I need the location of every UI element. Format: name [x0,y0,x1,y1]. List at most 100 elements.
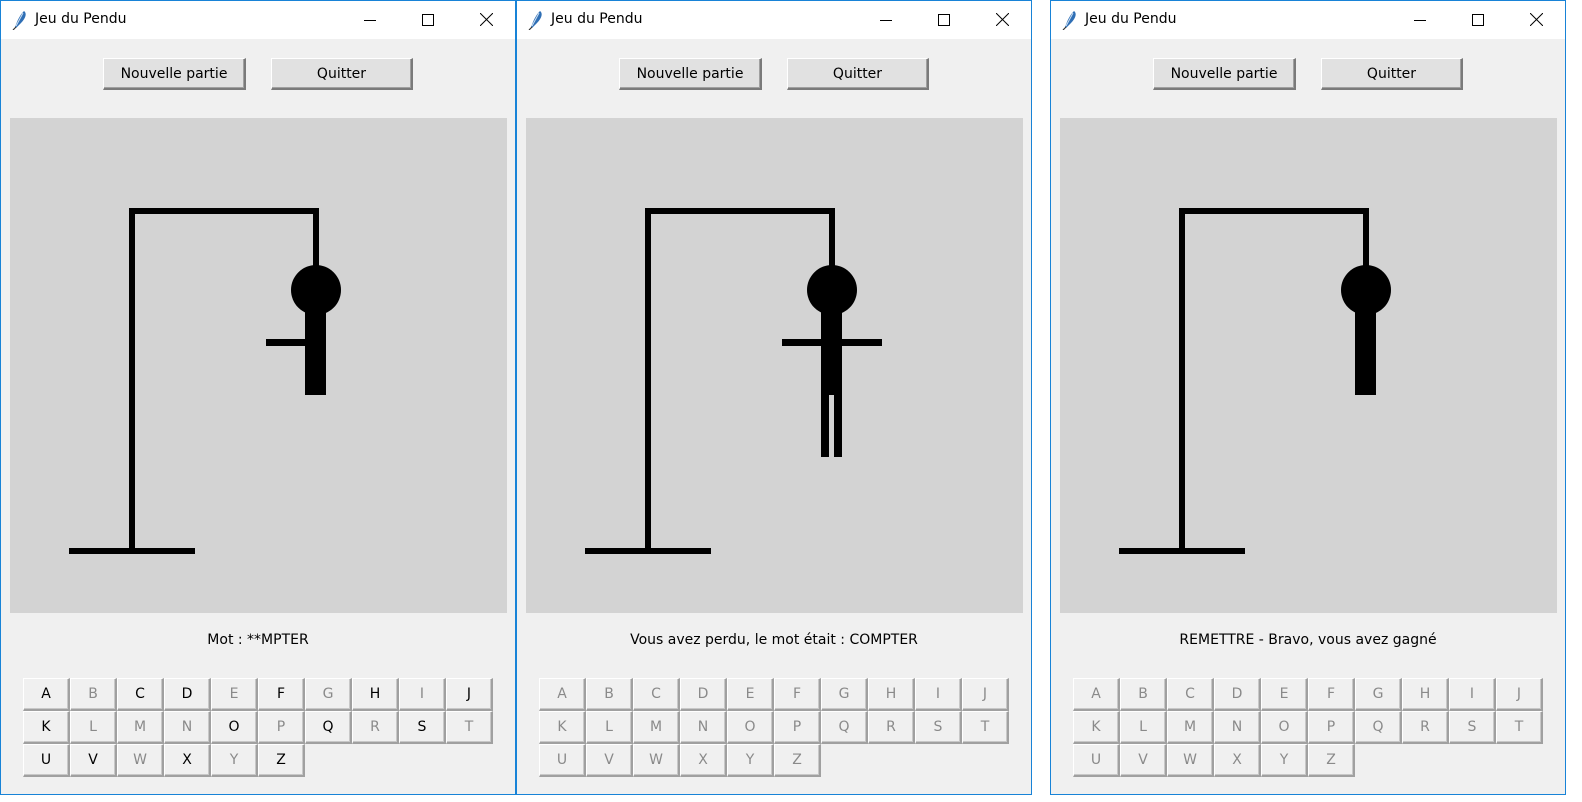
title-bar[interactable]: Jeu du Pendu [517,1,1031,39]
letter-button-c[interactable]: C [117,678,164,711]
letter-button-g[interactable]: G [1355,678,1402,711]
letter-button-v[interactable]: V [70,744,117,777]
letter-button-i[interactable]: I [915,678,962,711]
new-game-button[interactable]: Nouvelle partie [619,58,762,90]
hangman-drawing [69,208,341,554]
letter-button-l[interactable]: L [70,711,117,744]
letter-button-p[interactable]: P [1308,711,1355,744]
quit-button[interactable]: Quitter [1321,58,1463,90]
letter-button-f[interactable]: F [774,678,821,711]
letter-button-h[interactable]: H [1402,678,1449,711]
letter-button-y[interactable]: Y [727,744,774,777]
letter-button-j[interactable]: J [962,678,1009,711]
letter-button-u[interactable]: U [1073,744,1120,777]
letter-button-f[interactable]: F [258,678,305,711]
maximize-button[interactable] [915,1,973,39]
letter-button-j[interactable]: J [1496,678,1543,711]
letter-button-l[interactable]: L [1120,711,1167,744]
letter-button-k[interactable]: K [1073,711,1120,744]
letter-button-r[interactable]: R [1402,711,1449,744]
letter-button-o[interactable]: O [1261,711,1308,744]
letter-button-d[interactable]: D [680,678,727,711]
letter-button-p[interactable]: P [774,711,821,744]
quit-button[interactable]: Quitter [271,58,413,90]
letter-button-m[interactable]: M [1167,711,1214,744]
letter-button-q[interactable]: Q [305,711,352,744]
title-bar[interactable]: Jeu du Pendu [1051,1,1565,39]
letter-button-e[interactable]: E [727,678,774,711]
maximize-button[interactable] [399,1,457,39]
head [807,265,857,315]
letter-button-i[interactable]: I [399,678,446,711]
letter-button-k[interactable]: K [23,711,70,744]
letter-button-n[interactable]: N [164,711,211,744]
letter-button-s[interactable]: S [915,711,962,744]
letter-button-n[interactable]: N [680,711,727,744]
letter-button-p[interactable]: P [258,711,305,744]
letter-button-z[interactable]: Z [258,744,305,777]
letter-button-r[interactable]: R [352,711,399,744]
rope [1363,208,1369,268]
letter-button-u[interactable]: U [23,744,70,777]
letter-button-c[interactable]: C [633,678,680,711]
letter-button-k[interactable]: K [539,711,586,744]
letter-button-d[interactable]: D [164,678,211,711]
letter-button-e[interactable]: E [211,678,258,711]
letter-button-a[interactable]: A [23,678,70,711]
letter-button-e[interactable]: E [1261,678,1308,711]
letter-button-w[interactable]: W [117,744,164,777]
letter-button-y[interactable]: Y [1261,744,1308,777]
quit-button[interactable]: Quitter [787,58,929,90]
letter-button-x[interactable]: X [164,744,211,777]
letter-button-q[interactable]: Q [1355,711,1402,744]
letter-button-g[interactable]: G [821,678,868,711]
letter-button-t[interactable]: T [446,711,493,744]
letter-button-s[interactable]: S [1449,711,1496,744]
close-button[interactable] [1507,1,1565,39]
letter-button-o[interactable]: O [211,711,258,744]
letter-button-a[interactable]: A [1073,678,1120,711]
minimize-button[interactable] [341,1,399,39]
letter-button-t[interactable]: T [962,711,1009,744]
letter-button-v[interactable]: V [1120,744,1167,777]
letter-button-l[interactable]: L [586,711,633,744]
letter-button-i[interactable]: I [1449,678,1496,711]
minimize-button[interactable] [857,1,915,39]
letter-button-r[interactable]: R [868,711,915,744]
letter-button-u[interactable]: U [539,744,586,777]
letter-button-w[interactable]: W [1167,744,1214,777]
letter-button-f[interactable]: F [1308,678,1355,711]
letter-button-z[interactable]: Z [774,744,821,777]
letter-button-j[interactable]: J [446,678,493,711]
letter-button-x[interactable]: X [680,744,727,777]
letter-button-b[interactable]: B [1120,678,1167,711]
new-game-button[interactable]: Nouvelle partie [1153,58,1296,90]
title-bar[interactable]: Jeu du Pendu [1,1,515,39]
letter-button-w[interactable]: W [633,744,680,777]
letter-button-c[interactable]: C [1167,678,1214,711]
letter-button-h[interactable]: H [352,678,399,711]
letter-button-y[interactable]: Y [211,744,258,777]
letter-button-g[interactable]: G [305,678,352,711]
letter-button-q[interactable]: Q [821,711,868,744]
letter-button-b[interactable]: B [70,678,117,711]
letter-button-n[interactable]: N [1214,711,1261,744]
letter-button-v[interactable]: V [586,744,633,777]
letter-button-b[interactable]: B [586,678,633,711]
new-game-button[interactable]: Nouvelle partie [103,58,246,90]
letter-button-m[interactable]: M [633,711,680,744]
minimize-button[interactable] [1391,1,1449,39]
letter-button-s[interactable]: S [399,711,446,744]
close-icon [995,11,1009,30]
letter-button-h[interactable]: H [868,678,915,711]
maximize-button[interactable] [1449,1,1507,39]
letter-button-t[interactable]: T [1496,711,1543,744]
letter-button-o[interactable]: O [727,711,774,744]
letter-button-m[interactable]: M [117,711,164,744]
letter-button-a[interactable]: A [539,678,586,711]
letter-button-x[interactable]: X [1214,744,1261,777]
letter-button-z[interactable]: Z [1308,744,1355,777]
letter-button-d[interactable]: D [1214,678,1261,711]
close-button[interactable] [457,1,515,39]
close-button[interactable] [973,1,1031,39]
